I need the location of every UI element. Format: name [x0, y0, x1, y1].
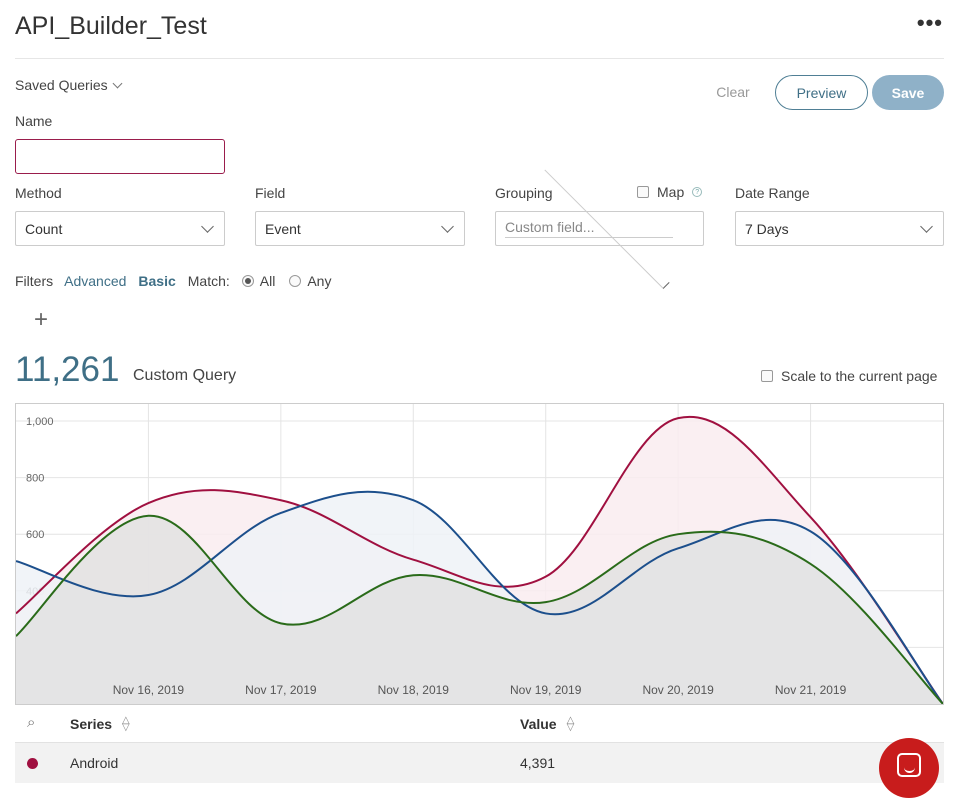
filters-bar: Filters Advanced Basic Match: All Any: [15, 273, 331, 289]
field-label: Field: [255, 185, 286, 201]
x-tick-label: Nov 20, 2019: [642, 683, 714, 697]
field-value: Event: [265, 220, 301, 237]
match-label: Match:: [187, 273, 230, 289]
header-divider: [15, 58, 944, 59]
series-column-header[interactable]: Series △ ▽: [70, 716, 130, 733]
more-options-icon[interactable]: •••: [917, 12, 943, 34]
grouping-placeholder: Custom field...: [505, 219, 673, 238]
match-all-radio[interactable]: [241, 275, 254, 287]
x-tick-label: Nov 16, 2019: [113, 683, 185, 697]
sort-icon[interactable]: △ ▽: [567, 716, 575, 733]
save-button[interactable]: Save: [872, 75, 944, 110]
name-input[interactable]: [15, 139, 225, 174]
total-count: 11,261: [15, 350, 120, 389]
map-label: Map: [657, 184, 685, 200]
date-range-select[interactable]: 7 Days: [735, 211, 944, 246]
saved-queries-label: Saved Queries: [15, 77, 108, 93]
query-type-label: Custom Query: [133, 367, 237, 384]
date-range-value: 7 Days: [745, 220, 789, 237]
method-select[interactable]: Count: [15, 211, 225, 246]
filters-label: Filters: [15, 273, 54, 289]
map-toggle[interactable]: Map ?: [637, 184, 703, 200]
chart-container: 2004006008001,000Nov 16, 2019Nov 17, 201…: [15, 403, 944, 705]
x-tick-label: Nov 18, 2019: [378, 683, 450, 697]
search-icon[interactable]: ⌕: [27, 714, 35, 731]
page-title: API_Builder_Test: [15, 12, 207, 40]
value-header-label: Value: [520, 716, 557, 732]
chevron-down-icon: [441, 220, 454, 233]
field-select[interactable]: Event: [255, 211, 465, 246]
date-range-label: Date Range: [735, 185, 810, 201]
chevron-down-icon: [201, 220, 214, 233]
series-name: Android: [70, 755, 119, 771]
y-tick-label: 1,000: [26, 416, 54, 428]
chevron-down-icon: [920, 220, 933, 233]
basic-filters-link[interactable]: Basic: [138, 273, 175, 289]
method-value: Count: [25, 220, 63, 237]
map-checkbox[interactable]: [637, 186, 649, 198]
scale-toggle[interactable]: Scale to the current page: [761, 368, 937, 384]
y-tick-label: 600: [26, 529, 44, 541]
match-all-label: All: [259, 273, 276, 289]
value-column-header[interactable]: Value △ ▽: [520, 716, 575, 733]
series-value: 4,391: [520, 755, 556, 771]
name-label: Name: [15, 113, 53, 129]
advanced-filters-link[interactable]: Advanced: [64, 273, 126, 289]
sort-icon[interactable]: △ ▽: [122, 716, 130, 733]
grouping-select[interactable]: Custom field...: [495, 163, 704, 290]
clear-button[interactable]: Clear: [700, 84, 766, 100]
help-chat-button[interactable]: [879, 738, 939, 798]
chevron-down-icon: [112, 78, 123, 88]
chat-icon: [897, 753, 921, 777]
saved-queries-dropdown[interactable]: Saved Queries: [15, 77, 123, 93]
x-tick-label: Nov 21, 2019: [775, 683, 847, 697]
series-header-label: Series: [70, 716, 113, 732]
x-tick-label: Nov 17, 2019: [245, 683, 317, 697]
method-label: Method: [15, 185, 62, 201]
table-header: ⌕ Series △ ▽ Value △ ▽: [15, 705, 944, 743]
info-icon[interactable]: ?: [692, 187, 703, 197]
match-any-label: Any: [307, 273, 332, 289]
series-color-dot: [27, 758, 38, 769]
match-any-radio[interactable]: [289, 275, 302, 287]
table-row[interactable]: Android 4,391: [15, 743, 944, 783]
x-tick-label: Nov 19, 2019: [510, 683, 582, 697]
add-filter-icon[interactable]: +: [34, 306, 48, 334]
scale-checkbox[interactable]: [761, 370, 773, 382]
query-chart: 2004006008001,000Nov 16, 2019Nov 17, 201…: [16, 404, 943, 704]
grouping-label: Grouping: [495, 185, 553, 201]
y-tick-label: 800: [26, 473, 44, 485]
preview-button[interactable]: Preview: [775, 75, 868, 110]
scale-label: Scale to the current page: [781, 368, 938, 384]
